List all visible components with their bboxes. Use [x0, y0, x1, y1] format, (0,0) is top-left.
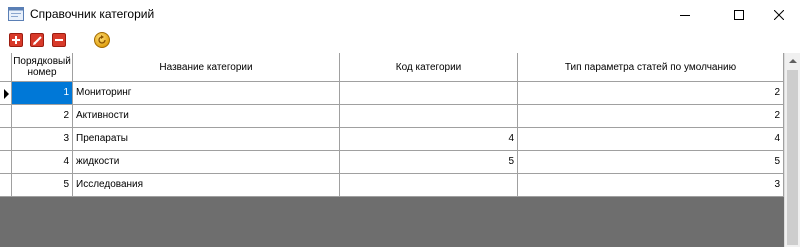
cell-order[interactable]: 4 — [12, 151, 73, 174]
cell-default-type[interactable]: 2 — [518, 82, 784, 105]
scroll-up-button[interactable] — [785, 53, 800, 69]
column-header-code[interactable]: Код категории — [340, 53, 518, 82]
scrollbar-thumb[interactable] — [787, 70, 798, 245]
table-row[interactable]: 4 жидкости 5 5 — [0, 151, 784, 174]
cell-name[interactable]: Мониторинг — [73, 82, 340, 105]
categories-grid: Порядковый номер Название категории Код … — [0, 53, 784, 247]
cell-default-type[interactable]: 3 — [518, 174, 784, 197]
table-row[interactable]: 2 Активности 2 — [0, 105, 784, 128]
title-bar: Справочник категорий — [0, 0, 800, 29]
cell-code[interactable]: 4 — [340, 128, 518, 151]
cell-code[interactable] — [340, 105, 518, 128]
chevron-up-icon — [789, 59, 797, 63]
plus-icon — [12, 36, 20, 44]
table-row[interactable]: 5 Исследования 3 — [0, 174, 784, 197]
cell-name[interactable]: Активности — [73, 105, 340, 128]
refresh-button[interactable] — [94, 32, 110, 48]
toolbar — [0, 29, 800, 51]
cell-code[interactable]: 5 — [340, 151, 518, 174]
close-icon — [774, 9, 784, 20]
pencil-icon — [32, 35, 42, 45]
maximize-icon — [734, 9, 744, 20]
refresh-icon — [98, 35, 106, 44]
column-header-order[interactable]: Порядковый номер — [12, 53, 73, 82]
app-window-icon — [8, 7, 24, 21]
minimize-icon — [680, 14, 690, 16]
cell-name[interactable]: Препараты — [73, 128, 340, 151]
row-header[interactable] — [0, 151, 12, 174]
table-row[interactable]: 3 Препараты 4 4 — [0, 128, 784, 151]
cell-default-type[interactable]: 4 — [518, 128, 784, 151]
cell-default-type[interactable]: 5 — [518, 151, 784, 174]
vertical-scrollbar[interactable] — [784, 53, 800, 247]
minus-icon — [55, 39, 63, 41]
column-header-default-type[interactable]: Тип параметра статей по умолчанию — [518, 53, 784, 82]
grid-header-row: Порядковый номер Название категории Код … — [0, 53, 784, 82]
row-header[interactable] — [0, 174, 12, 197]
cell-order[interactable]: 1 — [12, 82, 73, 105]
table-row[interactable]: 1 Мониторинг 2 — [0, 82, 784, 105]
maximize-button[interactable] — [716, 0, 762, 29]
row-header[interactable] — [0, 105, 12, 128]
edit-button[interactable] — [30, 33, 44, 47]
cell-name[interactable]: Исследования — [73, 174, 340, 197]
cell-order[interactable]: 3 — [12, 128, 73, 151]
grid-corner-cell[interactable] — [0, 53, 12, 82]
cell-code[interactable] — [340, 174, 518, 197]
cell-default-type[interactable]: 2 — [518, 105, 784, 128]
row-header[interactable] — [0, 82, 12, 105]
minimize-button[interactable] — [662, 0, 708, 29]
add-button[interactable] — [9, 33, 23, 47]
cell-code[interactable] — [340, 82, 518, 105]
window-title: Справочник категорий — [30, 7, 155, 21]
cell-order[interactable]: 2 — [12, 105, 73, 128]
cell-order[interactable]: 5 — [12, 174, 73, 197]
column-header-name[interactable]: Название категории — [73, 53, 340, 82]
delete-button[interactable] — [52, 33, 66, 47]
cell-name[interactable]: жидкости — [73, 151, 340, 174]
close-button[interactable] — [758, 0, 800, 29]
current-row-arrow-icon — [4, 89, 9, 99]
row-header[interactable] — [0, 128, 12, 151]
